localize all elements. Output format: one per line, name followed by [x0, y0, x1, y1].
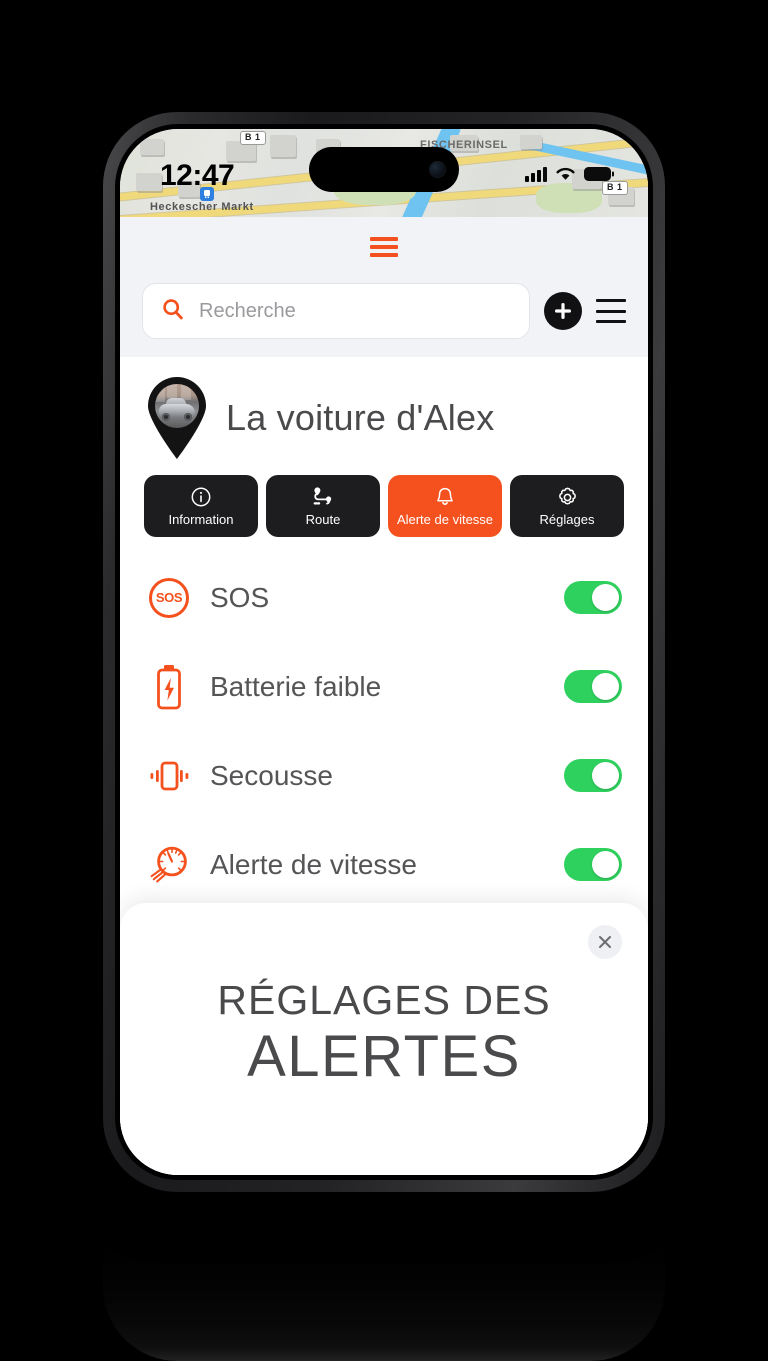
alert-row-shake[interactable]: Secousse — [146, 731, 622, 820]
action-label: Route — [305, 512, 341, 527]
gear-icon — [556, 485, 579, 509]
alert-label: Alerte de vitesse — [210, 848, 417, 880]
close-button[interactable] — [588, 925, 622, 959]
sheet-title: RÉGLAGES DES ALERTES — [150, 977, 618, 1088]
phone-bezel: FISCHERINSEL Heckescher Markt B 1 B 1 12… — [115, 124, 653, 1180]
phone-screen: FISCHERINSEL Heckescher Markt B 1 B 1 12… — [120, 129, 648, 1175]
action-button-route[interactable]: Route — [266, 475, 380, 537]
app-top-bar: Recherche — [120, 217, 648, 357]
info-circle-icon — [190, 485, 212, 509]
battery-icon — [584, 166, 614, 187]
alert-row-low-battery[interactable]: Batterie faible — [146, 642, 622, 731]
status-bar-indicators — [525, 166, 614, 187]
vibration-icon — [146, 759, 192, 793]
action-button-row: Information Route Alerte de vitesse Régl… — [120, 467, 648, 553]
alert-toggle-low-battery[interactable] — [564, 670, 622, 703]
search-placeholder-text: Recherche — [199, 299, 296, 322]
hamburger-menu-button[interactable] — [596, 299, 626, 323]
alert-label: Secousse — [210, 759, 333, 791]
content-panel: La voiture d'Alex Information Route Aler… — [120, 357, 648, 1175]
action-label: Alerte de vitesse — [396, 512, 494, 527]
sos-icon: SOS — [146, 577, 192, 618]
alert-row-speed-alert[interactable]: Alerte de vitesse — [146, 820, 622, 909]
alert-label: SOS — [210, 581, 270, 613]
close-icon — [599, 936, 611, 948]
action-button-information[interactable]: Information — [144, 475, 258, 537]
action-label: Réglages — [539, 512, 595, 527]
action-label: Information — [168, 512, 234, 527]
action-button-speed-alert[interactable]: Alerte de vitesse — [388, 475, 502, 537]
search-row: Recherche — [120, 263, 648, 357]
route-icon — [311, 485, 335, 509]
action-button-settings[interactable]: Réglages — [510, 475, 624, 537]
bell-icon — [434, 485, 456, 509]
sheet-title-line-1: RÉGLAGES DES — [217, 977, 551, 1023]
map-pin-avatar[interactable] — [146, 377, 208, 459]
phone-reflection — [103, 1196, 665, 1361]
low-battery-icon — [146, 664, 192, 710]
front-camera-icon — [429, 161, 446, 178]
sheet-title-line-2: ALERTES — [247, 1023, 521, 1089]
alert-toggle-list: SOS SOS Batterie faible Secousse Alerte … — [120, 553, 648, 909]
plus-icon — [554, 302, 571, 319]
alert-toggle-speed-alert[interactable] — [564, 848, 622, 881]
screenshot-stage: FISCHERINSEL Heckescher Markt B 1 B 1 12… — [0, 0, 768, 1361]
wifi-icon — [555, 166, 576, 187]
dynamic-island — [309, 147, 459, 192]
vehicle-header: La voiture d'Alex — [120, 357, 648, 467]
search-icon — [161, 297, 185, 326]
speedometer-icon — [146, 843, 192, 887]
alert-toggle-sos[interactable] — [564, 581, 622, 614]
alert-settings-sheet: RÉGLAGES DES ALERTES — [120, 903, 648, 1175]
phone-device: FISCHERINSEL Heckescher Markt B 1 B 1 12… — [103, 112, 665, 1192]
vehicle-name: La voiture d'Alex — [226, 397, 495, 438]
vehicle-photo — [155, 384, 199, 428]
drag-handle[interactable] — [370, 231, 398, 263]
alert-toggle-shake[interactable] — [564, 759, 622, 792]
alert-label: Batterie faible — [210, 670, 382, 702]
add-button[interactable] — [544, 292, 582, 330]
search-input[interactable]: Recherche — [142, 283, 530, 339]
status-bar-clock: 12:47 — [160, 159, 235, 192]
alert-row-sos[interactable]: SOS SOS — [146, 553, 622, 642]
signal-bars-icon — [525, 166, 547, 187]
